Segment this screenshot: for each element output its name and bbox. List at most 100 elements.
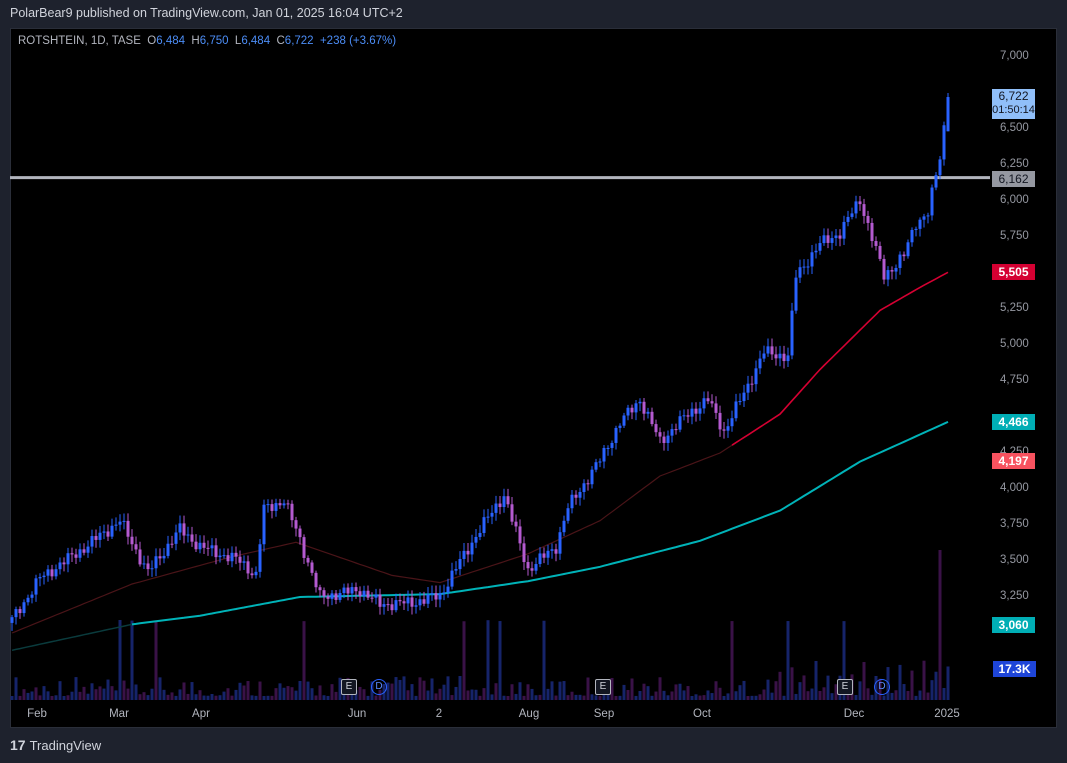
candle-body [126,520,130,537]
candle-body [266,504,270,506]
earnings-marker[interactable]: E [341,679,357,695]
volume-bar [694,694,698,700]
dividend-marker[interactable]: D [371,679,387,695]
candle-body [534,564,538,571]
price-chart[interactable] [0,0,1067,763]
candle-body [86,546,90,553]
volume-bar [154,620,158,700]
volume-bar [762,689,766,700]
volume-bar [318,685,322,700]
candle-body [890,270,894,272]
volume-bar [530,688,534,700]
candle-body [498,503,502,507]
candle-body [354,587,358,592]
candle-body [514,521,518,527]
volume-bar [618,695,622,700]
volume-bar [14,677,18,700]
candle-body [822,235,826,244]
candle-body [190,534,194,542]
candle-body [478,532,482,537]
candle-body [382,604,386,607]
candle-body [546,550,550,558]
candle-body [734,401,738,419]
candle-body [210,545,214,549]
volume-bar [738,685,742,700]
candle-body [486,516,490,518]
candle-body [554,549,558,554]
candle-body [906,242,910,257]
volume-bar [50,695,54,700]
candle-body [610,442,614,448]
volume-bar [750,695,754,700]
volume-bar [706,690,710,700]
volume-bar [858,681,862,700]
tradingview-logo-icon: 17 [10,737,26,753]
price-tick: 3,500 [1000,554,1029,566]
candle-body [886,270,890,280]
volume-bar [46,691,50,700]
candle-body [286,503,290,505]
candle-body [758,358,762,369]
candle-body [194,541,198,550]
volume-bar [782,695,786,700]
volume-bar [430,678,434,700]
candle-body [566,508,570,521]
candle-body [430,593,434,595]
candle-body [94,536,98,540]
earnings-marker[interactable]: E [837,679,853,695]
candle-body [278,503,282,506]
candle-body [782,353,786,362]
volume-bar [106,679,110,700]
candle-body [542,553,546,558]
volume-bar [142,692,146,700]
candle-body [326,596,330,599]
candle-body [310,562,314,573]
volume-bar [310,688,314,700]
candle-body [330,593,334,599]
candle-body [658,432,662,437]
volume-bar [66,695,70,700]
candle-body [522,543,526,563]
candle-body [118,521,122,525]
candle-body [850,213,854,217]
candle-body [174,532,178,544]
volume-bar [862,662,866,700]
volume-bar [114,690,118,700]
volume-bar [70,691,74,700]
candle-body [398,600,402,602]
volume-bar [586,677,590,700]
candle-body [742,392,746,402]
volume-bar [582,695,586,700]
earnings-marker[interactable]: E [595,679,611,695]
high-value: 6,750 [199,35,229,47]
candle-body [274,503,278,511]
candle-body [146,563,150,570]
candle-body [678,416,682,430]
candle-body [730,418,734,427]
volume-bar [274,688,278,700]
candle-body [30,594,34,598]
volume-bar [642,683,646,700]
last-price-tag: 6,722 01:50:14 [992,89,1035,119]
volume-bar [166,694,170,700]
candle-body [378,594,382,607]
volume-bar [434,693,438,700]
tradingview-logo[interactable]: 17 TradingView [10,737,101,753]
candle-body [894,267,898,272]
candle-body [918,219,922,229]
dividend-marker[interactable]: D [874,679,890,695]
candle-body [562,520,566,533]
candle-body [834,235,838,239]
candle-body [922,216,926,220]
volume-bar [158,677,162,700]
volume-bar [790,667,794,700]
candle-body [18,609,22,614]
volume-bar [562,681,566,700]
candle-body [946,97,950,132]
volume-bar [650,695,654,700]
candle-body [858,201,862,205]
volume-bar [374,695,378,700]
time-label: Aug [518,708,540,720]
candle-body [134,544,138,550]
volume-bar [42,686,46,700]
